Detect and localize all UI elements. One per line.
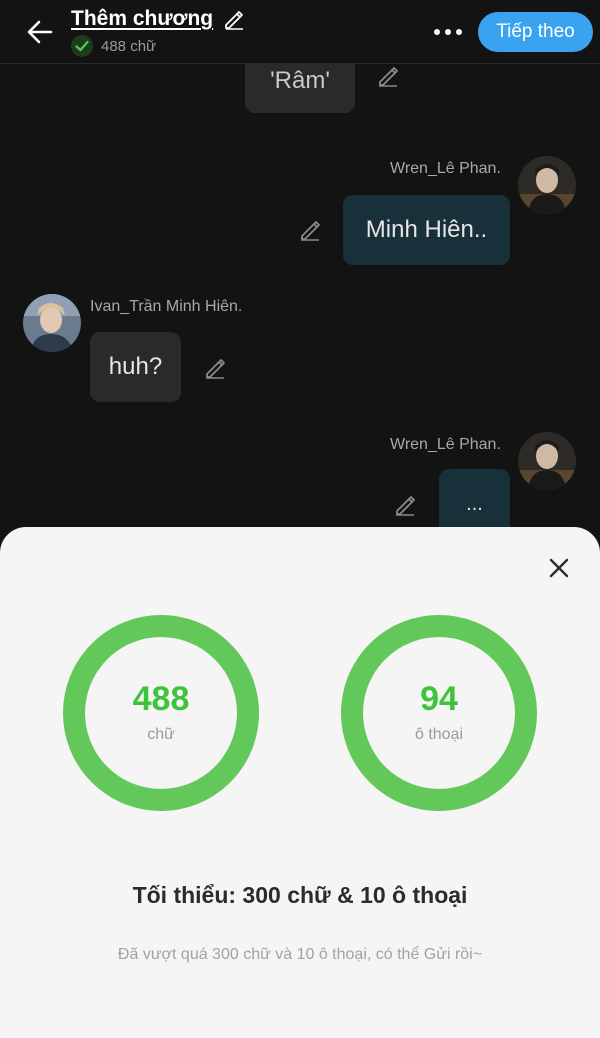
- title-block: Thêm chương 488 chữ: [71, 7, 245, 57]
- back-button[interactable]: [20, 12, 60, 52]
- avatar[interactable]: [518, 156, 576, 214]
- speaker-name: Wren_Lê Phan.: [390, 160, 501, 177]
- word-count: 488 chữ: [101, 37, 157, 55]
- message-text: huh?: [108, 353, 163, 380]
- edit-message-icon[interactable]: [375, 64, 401, 89]
- next-button[interactable]: Tiếp theo: [478, 12, 593, 52]
- more-options-icon[interactable]: [428, 20, 468, 44]
- speaker-name: Ivan_Trần Minh Hiên.: [90, 298, 243, 315]
- message-text: 'Râm': [270, 66, 330, 94]
- message-text: Minh Hiên..: [365, 216, 488, 243]
- status-note: Đã vượt quá 300 chữ và 10 ô thoại, có th…: [117, 946, 483, 963]
- avatar[interactable]: [518, 432, 576, 490]
- dialog-count-ring: 94 ô thoại: [340, 614, 538, 812]
- dialog-count-value: 94: [420, 680, 458, 718]
- message-bubble[interactable]: 'Râm': [245, 64, 355, 113]
- dialog-count-label: ô thoại: [414, 726, 464, 743]
- close-icon: [549, 558, 569, 578]
- edit-message-icon[interactable]: [202, 355, 228, 381]
- message-bubble[interactable]: Minh Hiên..: [343, 195, 510, 265]
- minimum-requirement: Tối thiểu: 300 chữ & 10 ô thoại: [132, 882, 468, 908]
- arrow-left-icon: [27, 20, 53, 44]
- pencil-icon: [225, 11, 244, 30]
- top-bar: Thêm chương 488 chữ Tiếp theo: [0, 0, 600, 64]
- avatar[interactable]: [23, 294, 81, 352]
- close-button[interactable]: [544, 553, 574, 583]
- speaker-name: Wren_Lê Phan.: [390, 436, 501, 453]
- message-bubble[interactable]: huh?: [90, 332, 181, 402]
- word-count-label: chữ: [147, 726, 175, 743]
- word-count-ring: 488 chữ: [62, 614, 260, 812]
- edit-title-button[interactable]: [223, 8, 245, 30]
- message-text: ...: [466, 492, 483, 515]
- word-count-value: 488: [132, 680, 190, 718]
- edit-message-icon[interactable]: [297, 217, 323, 243]
- chat-area: 'Râm' Wren_Lê Phan. Minh Hiên.. Ivan_Trầ…: [0, 64, 600, 544]
- edit-message-icon[interactable]: [392, 492, 418, 518]
- stats-sheet: 488 chữ 94 ô thoại Tối thiểu: 300 chữ & …: [0, 527, 600, 1038]
- chapter-title[interactable]: Thêm chương: [71, 7, 213, 31]
- check-icon: [71, 35, 93, 57]
